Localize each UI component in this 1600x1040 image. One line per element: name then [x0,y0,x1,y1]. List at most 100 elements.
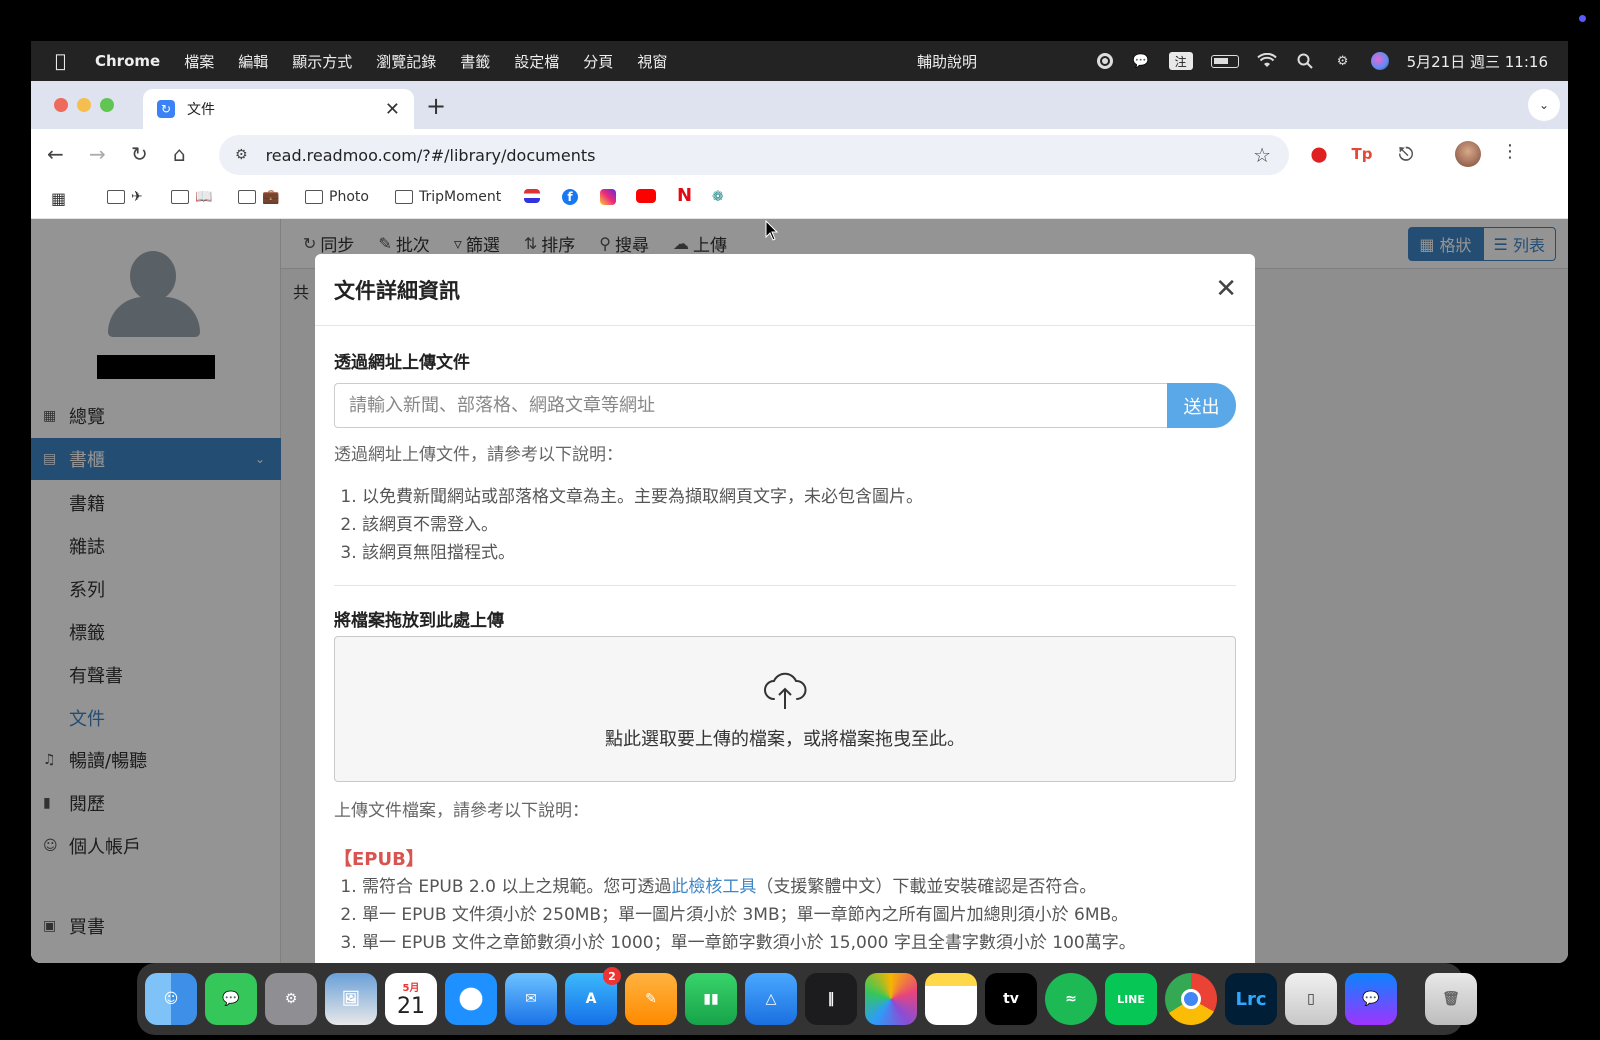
tp-extension-icon[interactable]: Tp [1349,141,1375,167]
plane-icon: ✈ [131,189,143,205]
bookmark-folder-work[interactable]: 💼 [238,189,279,205]
messages-app-icon[interactable]: 💬 [205,973,257,1025]
bookmark-folder-books[interactable]: 📖 [171,189,212,205]
voice-memos-app-icon[interactable]: ‖ [805,973,857,1025]
notes-app-icon[interactable] [925,973,977,1025]
modal-body: 透過網址上傳文件 送出 透過網址上傳文件，請參考以下說明： 以免費新聞網站或部落… [315,348,1255,957]
app-store-app-icon[interactable]: A2 [565,967,621,1025]
tab-close-icon[interactable]: ✕ [385,99,400,120]
finder-app-icon[interactable]: ☺ [145,973,197,1025]
menu-edit[interactable]: 編輯 [238,51,268,72]
keynote-app-icon[interactable]: △ [745,973,797,1025]
tab-active[interactable]: ↻ 文件 ✕ [143,89,414,129]
line-app-icon[interactable]: LINE [1105,973,1157,1025]
calendar-app-icon[interactable]: 5月 21 [385,973,437,1025]
control-center-icon[interactable]: ⚙ [1333,51,1353,71]
chrome-window: ↻ 文件 ✕ + ⌄ ← → ↻ ⌂ ⚙ read.readmoo.com/?#… [31,81,1568,963]
bookmark-star-icon[interactable]: ☆ [1253,143,1271,167]
preview-app-icon[interactable]: 🖼 [325,973,377,1025]
bookmark-flag-icon[interactable] [524,189,540,203]
mouse-cursor-icon [765,220,779,241]
menu-help[interactable]: 輔助說明 [917,51,977,72]
dropzone-text: 點此選取要上傳的檔案，或將檔案拖曳至此。 [605,729,965,750]
home-icon[interactable]: ⌂ [173,142,186,166]
menu-app-name[interactable]: Chrome [95,52,160,70]
list-item: 以免費新聞網站或部落格文章為主。主要為擷取網頁文字，未必包含圖片。 [362,483,1236,511]
system-settings-app-icon[interactable]: ⚙ [265,973,317,1025]
battery-icon[interactable] [1210,54,1239,68]
iphone-mirroring-app-icon[interactable]: ▯ [1285,973,1337,1025]
menu-profiles[interactable]: 設定檔 [514,51,559,72]
modal-title: 文件詳細資訊 [334,278,460,303]
menu-tab[interactable]: 分頁 [583,51,613,72]
reload-icon[interactable]: ↻ [131,142,148,166]
extensions-puzzle-icon[interactable]: ⎋ [1393,141,1419,167]
wifi-icon[interactable] [1256,51,1277,71]
chrome-menu-icon[interactable]: ⋮ [1501,141,1519,162]
apple-tv-app-icon[interactable]: tv [985,973,1037,1025]
lightroom-classic-app-icon[interactable]: Lrc [1225,973,1277,1025]
tab-search-chevron-icon[interactable]: ⌄ [1528,89,1560,121]
forward-arrow-icon[interactable]: → [89,142,106,166]
mail-app-icon[interactable]: ✉ [505,973,557,1025]
close-window-button[interactable] [54,98,68,112]
bookmark-label: Photo [329,189,369,205]
file-help-text: 上傳文件檔案，請參考以下說明： [334,801,589,821]
tv-label: tv [1003,991,1019,1007]
bookmarks-bar: ▦ ✈ 📖 💼 Photo TripMoment f N ❁ [31,179,1568,219]
back-arrow-icon[interactable]: ← [47,142,64,166]
instagram-icon[interactable] [600,189,616,205]
youtube-icon[interactable] [636,189,656,203]
menu-view[interactable]: 顯示方式 [292,51,352,72]
input-method-indicator[interactable]: 注 [1168,52,1193,70]
section-divider [334,585,1236,586]
adblock-extension-icon[interactable]: ⬤ [1306,141,1332,167]
modal-close-icon[interactable]: ✕ [1215,274,1237,304]
submit-url-button[interactable]: 送出 [1167,383,1236,428]
menu-window[interactable]: 視窗 [637,51,667,72]
url-upload-section-title: 透過網址上傳文件 [334,353,470,373]
macos-menu-bar:  Chrome 檔案 編輯 顯示方式 瀏覽記錄 書籤 設定檔 分頁 視窗 輔助… [31,41,1568,81]
app-store-badge: 2 [603,967,621,985]
spotify-app-icon[interactable]: ≈ [1045,973,1097,1025]
zoom-window-button[interactable] [100,98,114,112]
apple-menu-icon[interactable]:  [55,51,95,72]
menu-file[interactable]: 檔案 [184,51,214,72]
minimize-window-button[interactable] [77,98,91,112]
bookmark-folder-photo[interactable]: Photo [305,189,369,205]
site-settings-icon[interactable]: ⚙ [235,147,248,163]
address-bar[interactable]: ⚙ read.readmoo.com/?#/library/documents … [219,135,1289,175]
pages-app-icon[interactable]: ✎ [625,973,677,1025]
netflix-icon[interactable]: N [677,185,692,206]
line-label: LINE [1117,992,1145,1006]
messenger-app-icon[interactable]: 💬 [1345,973,1397,1025]
macos-dock: ☺ 💬 ⚙ 🖼 5月 21 ➚ ✉ A2 ✎ ▮▮ △ ‖ tv ≈ LINE … [137,963,1477,1035]
new-tab-button[interactable]: + [426,92,446,120]
document-details-modal: 文件詳細資訊 ✕ 透過網址上傳文件 送出 透過網址上傳文件，請參考以下說明： 以… [315,254,1255,963]
folder-icon [238,190,256,204]
profile-avatar[interactable] [1455,141,1481,167]
facebook-icon[interactable]: f [562,189,578,205]
url-input[interactable] [334,383,1167,428]
apps-grid-icon[interactable]: ▦ [51,189,66,208]
menu-bookmarks[interactable]: 書籤 [460,51,490,72]
url-text[interactable]: read.readmoo.com/?#/library/documents [266,146,596,165]
numbers-app-icon[interactable]: ▮▮ [685,973,737,1025]
photos-app-icon[interactable] [865,973,917,1025]
validator-tool-link[interactable]: 此檢核工具 [671,877,756,897]
chrome-app-icon[interactable] [1165,973,1217,1025]
bookmark-folder-travel[interactable]: ✈ [107,189,143,205]
bookmark-folder-tripmoment[interactable]: TripMoment [395,189,501,205]
screen-record-icon[interactable] [1096,53,1113,69]
siri-icon[interactable] [1370,52,1389,70]
disney-plus-icon[interactable]: ❁ [712,189,724,205]
spotlight-search-icon[interactable] [1295,51,1315,71]
safari-app-icon[interactable]: ➚ [445,973,497,1025]
line-status-icon[interactable]: 💬 [1131,51,1151,71]
trash-icon[interactable]: 🗑 [1425,973,1477,1025]
readmoo-favicon-icon: ↻ [157,100,175,118]
menu-history[interactable]: 瀏覽記錄 [376,51,436,72]
menu-clock[interactable]: 5月21日 週三 11:16 [1407,51,1548,72]
file-dropzone[interactable]: 點此選取要上傳的檔案，或將檔案拖曳至此。 [334,636,1236,782]
epub-rule-text: （支援繁體中文）下載並安裝確認是否符合。 [756,877,1097,897]
